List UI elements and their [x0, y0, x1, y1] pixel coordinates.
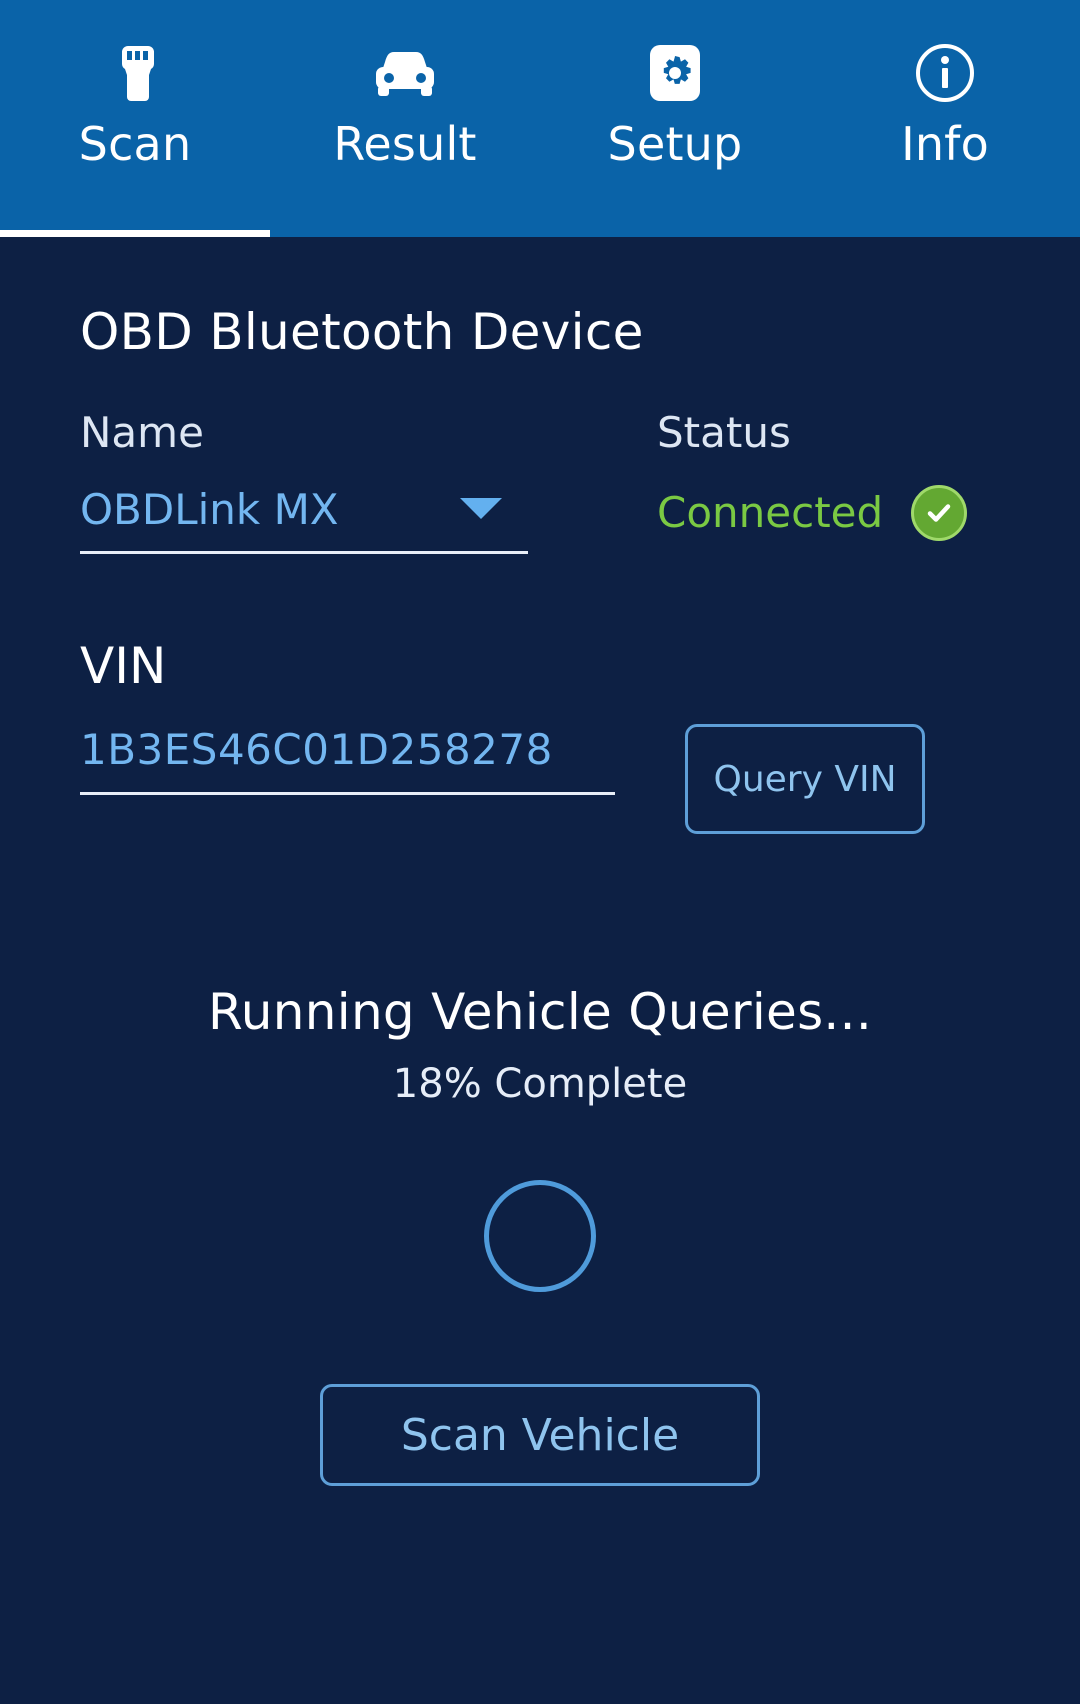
- vin-section: VIN 1B3ES46C01D258278 Query VIN: [80, 638, 1000, 834]
- check-circle-icon: [911, 485, 968, 541]
- status-badge: Connected: [657, 485, 1000, 541]
- top-tab-bar: Scan Result Setup Info: [0, 0, 1080, 237]
- main-content: OBD Bluetooth Device Name OBDLink MX Sta…: [0, 303, 1080, 1486]
- tab-info[interactable]: Info: [810, 0, 1080, 237]
- tab-setup-label: Setup: [607, 117, 743, 171]
- device-status-value: Connected: [657, 488, 884, 537]
- device-status-label: Status: [657, 408, 791, 457]
- query-vin-button-label: Query VIN: [713, 758, 897, 800]
- tab-scan-label: Scan: [78, 117, 192, 171]
- scan-vehicle-button[interactable]: Scan Vehicle: [320, 1384, 760, 1486]
- device-name-label: Name: [80, 408, 204, 457]
- section-title-obd-bluetooth-device: OBD Bluetooth Device: [80, 303, 644, 361]
- progress-section: Running Vehicle Queries... 18% Complete: [80, 982, 1000, 1292]
- tab-setup[interactable]: Setup: [540, 0, 810, 237]
- obd-plug-icon: [108, 42, 162, 104]
- device-name-field: Name OBDLink MX: [80, 409, 635, 554]
- device-name-value: OBDLink MX: [80, 485, 339, 534]
- vin-row: 1B3ES46C01D258278 Query VIN: [80, 724, 1000, 834]
- progress-title: Running Vehicle Queries...: [207, 983, 873, 1041]
- tab-active-indicator: [0, 230, 270, 237]
- tab-result-label: Result: [333, 117, 477, 171]
- app-root: Scan Result Setup Info OBD Bluetooth Dev…: [0, 0, 1080, 1704]
- spinner-wrap: [80, 1180, 1000, 1292]
- car-icon: [372, 42, 438, 104]
- info-icon: [914, 42, 976, 104]
- query-vin-button[interactable]: Query VIN: [685, 724, 925, 834]
- device-status-field: Status Connected: [635, 409, 1000, 554]
- loading-spinner-icon: [484, 1180, 596, 1292]
- device-row: Name OBDLink MX Status Connected: [80, 409, 1000, 554]
- device-name-select[interactable]: OBDLink MX: [80, 485, 528, 554]
- tab-info-label: Info: [901, 117, 989, 171]
- scan-button-wrap: Scan Vehicle: [80, 1384, 1000, 1486]
- progress-percent-text: 18% Complete: [392, 1061, 688, 1107]
- vin-input[interactable]: 1B3ES46C01D258278: [80, 724, 615, 795]
- vin-value: 1B3ES46C01D258278: [80, 725, 553, 774]
- tab-result[interactable]: Result: [270, 0, 540, 237]
- vin-label: VIN: [80, 637, 167, 695]
- tab-scan[interactable]: Scan: [0, 0, 270, 237]
- gear-icon: [647, 42, 703, 104]
- scan-vehicle-button-label: Scan Vehicle: [400, 1409, 680, 1461]
- chevron-down-icon[interactable]: [460, 497, 502, 519]
